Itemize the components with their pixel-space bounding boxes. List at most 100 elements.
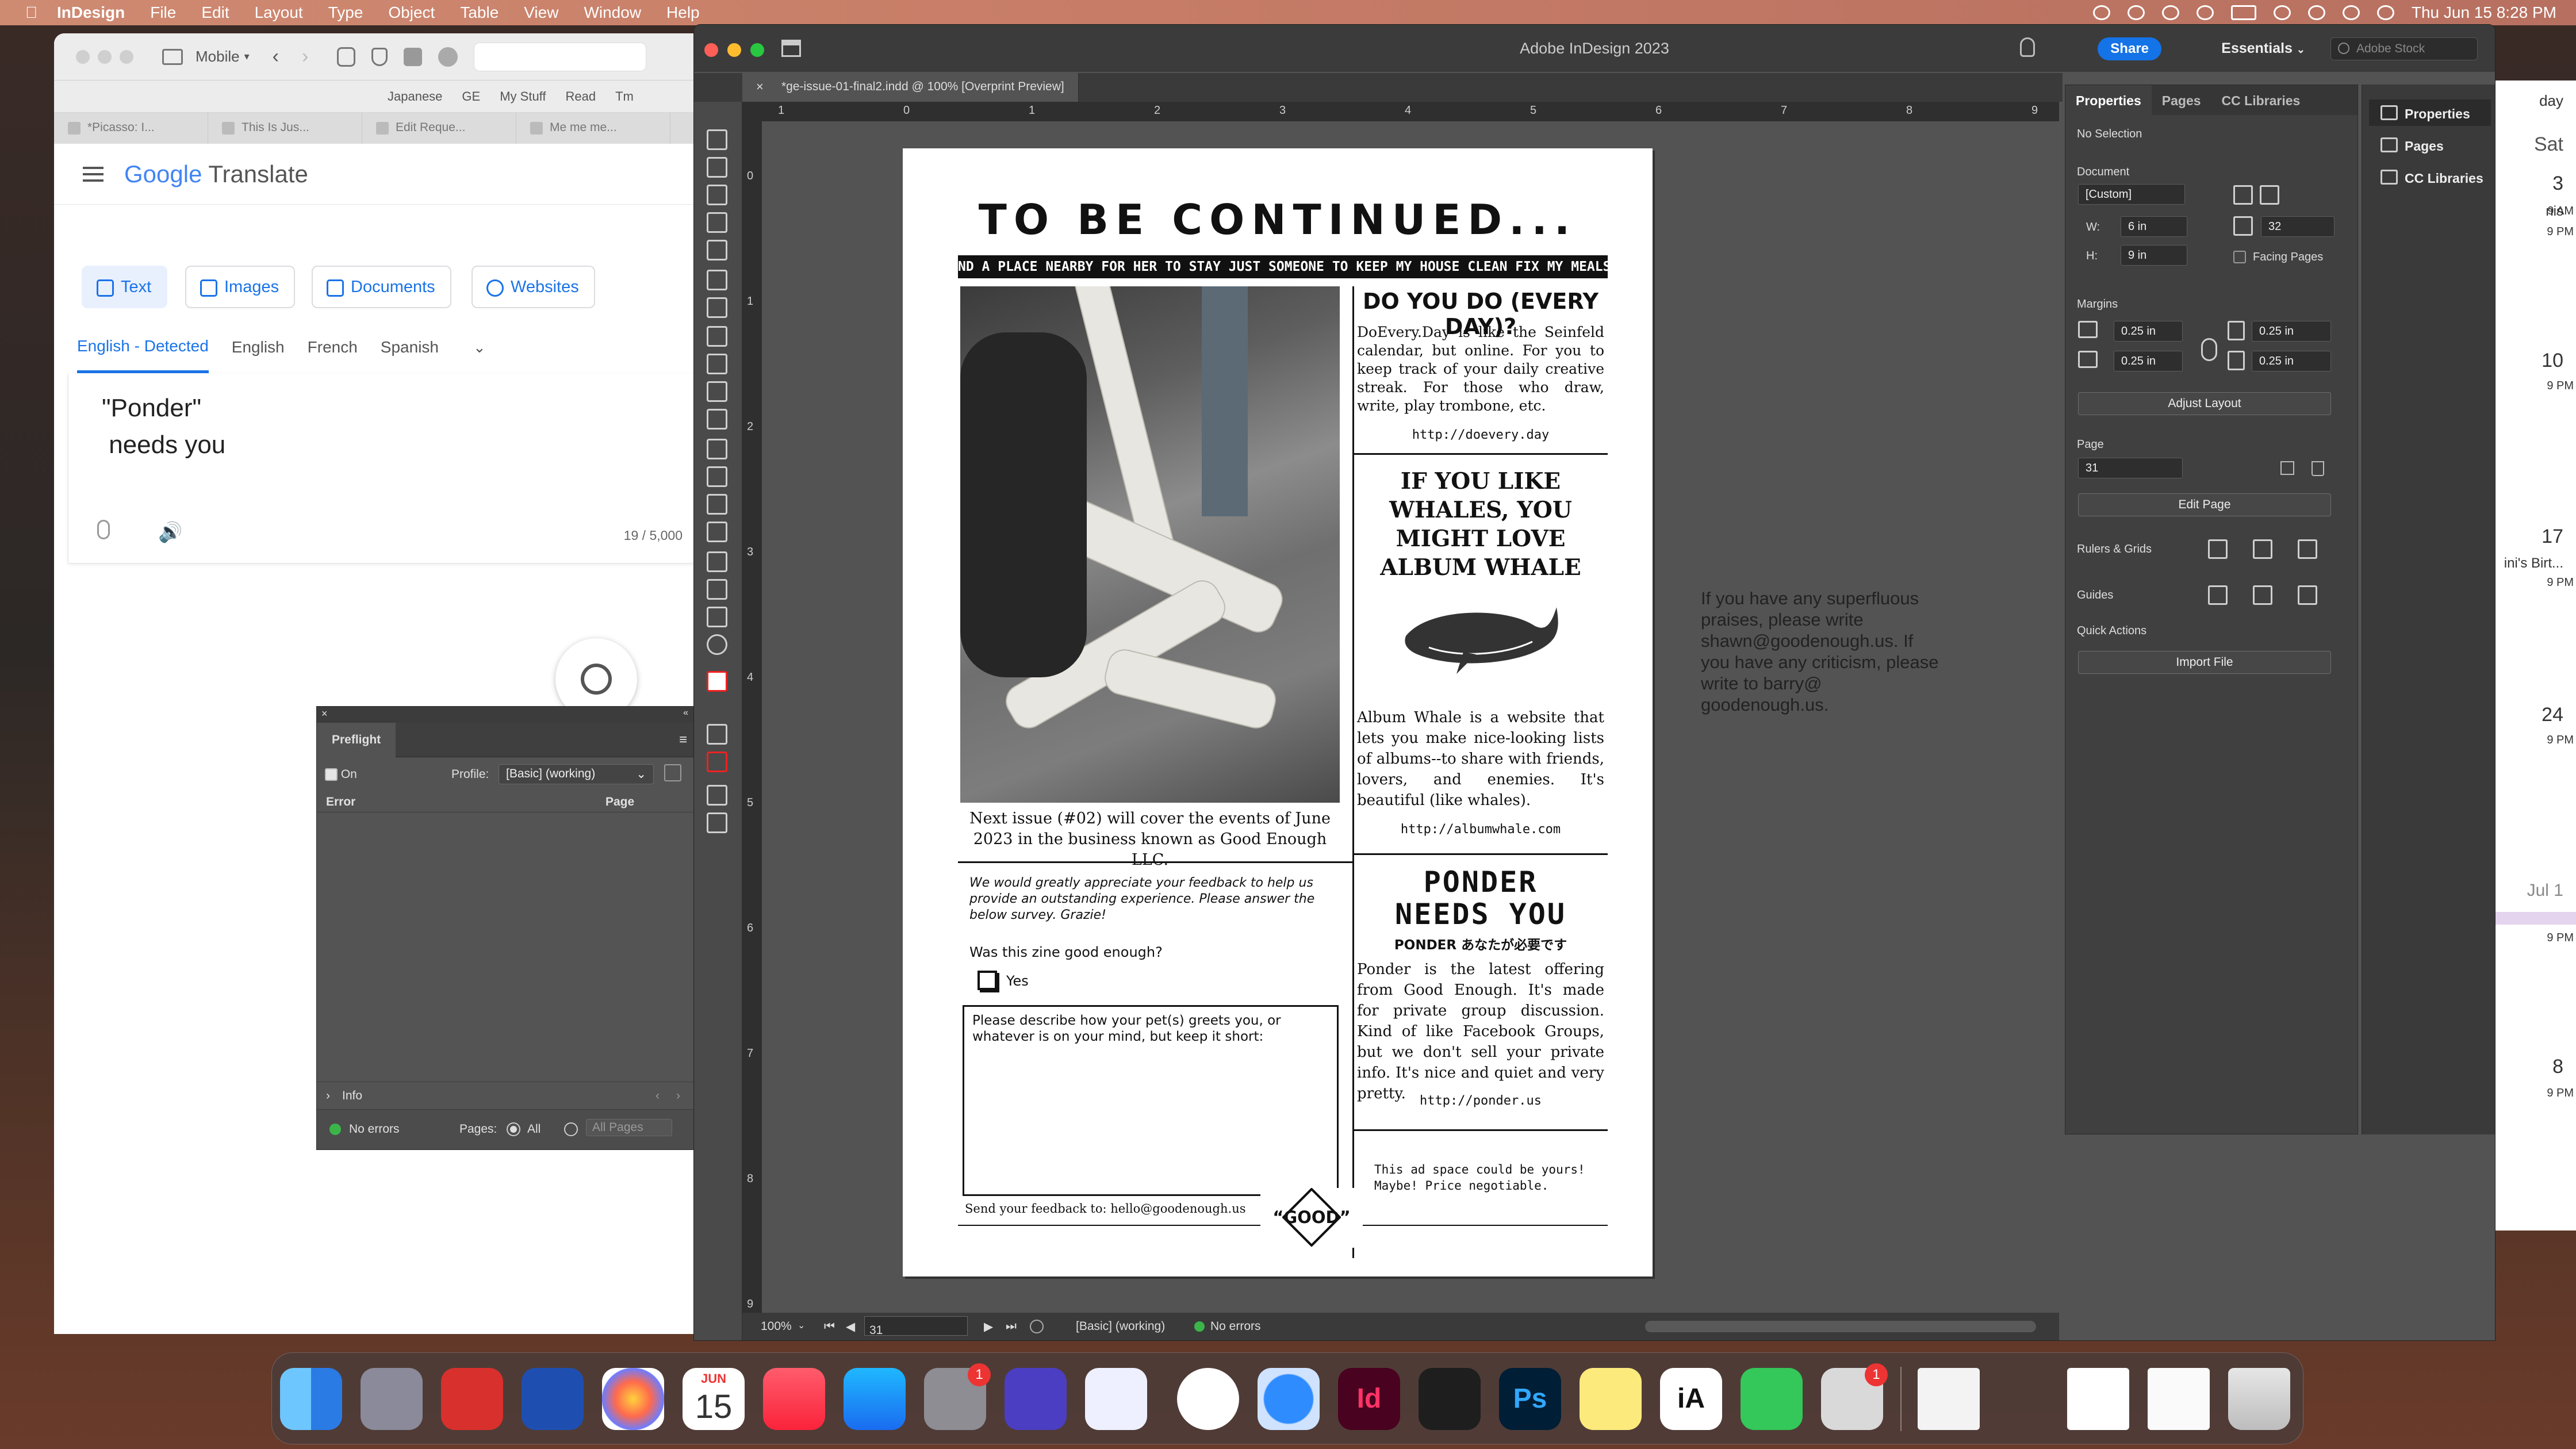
forward-icon[interactable]: › [302, 45, 308, 68]
extension-icon[interactable] [404, 47, 423, 66]
microphone-icon[interactable] [97, 520, 110, 539]
trash-icon[interactable] [2312, 461, 2324, 476]
finder-icon[interactable] [280, 1368, 342, 1430]
free-transform-tool-icon[interactable] [707, 466, 727, 487]
chevron-right-icon[interactable]: › [326, 1089, 330, 1103]
previous-icon[interactable]: ‹ [656, 1089, 660, 1103]
adobe-stock-search[interactable]: Adobe Stock [2330, 37, 2478, 60]
menu-object[interactable]: Object [388, 3, 435, 22]
horizontal-ruler[interactable]: 1 0 1 2 3 4 5 6 7 8 9 [742, 102, 2059, 121]
whale-body[interactable]: Album Whale is a website that lets you m… [1357, 707, 1604, 811]
menu-help[interactable]: Help [666, 3, 700, 22]
address-bar[interactable] [474, 42, 647, 71]
control-center-icon[interactable] [2342, 5, 2360, 20]
photoshop-icon[interactable]: Ps [1499, 1368, 1561, 1430]
menu-edit[interactable]: Edit [201, 3, 229, 22]
mode-images-button[interactable]: Images [185, 266, 296, 308]
whale-url[interactable]: http://albumwhale.com [1355, 822, 1607, 837]
window-zoom-button[interactable] [120, 49, 133, 64]
doevery-url[interactable]: http://doevery.day [1355, 428, 1607, 442]
fill-swatch-icon[interactable] [707, 671, 727, 692]
horizontal-scrollbar[interactable] [1645, 1321, 2036, 1332]
calendar-date[interactable]: 10 [2494, 350, 2563, 372]
ponder-subheading[interactable]: PONDER あなたが必要です [1355, 934, 1607, 953]
import-file-button[interactable]: Import File [2078, 651, 2331, 674]
menu-app-name[interactable]: InDesign [57, 3, 125, 22]
window-close-button[interactable] [704, 43, 718, 57]
speaker-icon[interactable]: 🔊 [158, 521, 182, 544]
affinity-icon[interactable] [1085, 1368, 1147, 1430]
pages-range-dropdown[interactable]: All Pages [586, 1119, 672, 1136]
margin-top-field[interactable]: 0.25 in [2114, 321, 2183, 342]
type-tool-icon[interactable] [707, 270, 727, 290]
yes-label[interactable]: Yes [1006, 973, 1029, 989]
panel-properties[interactable]: Properties [2369, 99, 2491, 126]
document-page[interactable]: TO BE CONTINUED... ND A PLACE NEARBY FOR… [903, 148, 1653, 1276]
browser-tab[interactable]: Me me me... [516, 113, 670, 144]
tab-preflight[interactable]: Preflight [317, 722, 396, 757]
page-number-field[interactable]: 31 [864, 1316, 968, 1337]
gradient-feather-tool-icon[interactable] [707, 522, 727, 542]
home-icon[interactable] [781, 40, 801, 57]
safari-icon[interactable] [1258, 1368, 1320, 1430]
mode-text-button[interactable]: Text [82, 266, 168, 308]
glyph-app-icon[interactable] [1005, 1368, 1067, 1430]
workspace-dropdown[interactable]: Essentials ⌄ [2221, 25, 2305, 73]
launchpad-icon[interactable] [361, 1368, 423, 1430]
tab-pages[interactable]: Pages [2152, 85, 2211, 115]
collapse-icon[interactable]: « [683, 708, 688, 718]
close-icon[interactable]: × [756, 79, 764, 94]
zoom-level[interactable]: 100% [761, 1320, 792, 1333]
preflight-on-checkbox[interactable]: On [325, 768, 357, 781]
clock[interactable]: Thu Jun 15 8:28 PM [2412, 3, 2556, 22]
status-app-icon[interactable] [2161, 5, 2179, 20]
doevery-body[interactable]: DoEvery.Day is like the Seinfeld calenda… [1357, 323, 1604, 415]
window-minimize-button[interactable] [98, 49, 112, 64]
indesign-app-icon[interactable]: Id [1338, 1368, 1400, 1430]
mode-dropdown[interactable]: Mobile [195, 48, 240, 66]
document-grid-icon[interactable] [2298, 539, 2317, 559]
ponder-url[interactable]: http://ponder.us [1355, 1094, 1607, 1108]
status-app-icon[interactable] [2092, 5, 2110, 20]
bear-app-icon[interactable] [441, 1368, 503, 1430]
ponder-heading[interactable]: PONDER NEEDS YOU [1374, 866, 1587, 930]
status-app-icon[interactable] [2127, 5, 2145, 20]
webex-icon[interactable] [1177, 1368, 1239, 1430]
page-count-field[interactable]: 32 [2261, 216, 2334, 237]
pen-tool-icon[interactable] [707, 326, 727, 347]
apply-none-icon[interactable] [707, 752, 727, 772]
menu-icon[interactable] [83, 166, 103, 182]
bookmark-folder[interactable]: Tm [615, 89, 634, 104]
calendar-date[interactable]: 17 [2494, 526, 2563, 548]
note-tool-icon[interactable] [707, 551, 727, 572]
document-preset-dropdown[interactable]: [Custom] [2078, 184, 2185, 205]
survey-intro[interactable]: We would greatly appreciate your feedbac… [969, 875, 1337, 923]
preflight-errors[interactable]: No errors [1210, 1320, 1261, 1333]
music-icon[interactable] [763, 1368, 825, 1430]
google-translate-logo[interactable]: Google Translate [124, 160, 308, 188]
menu-view[interactable]: View [524, 3, 558, 22]
error-list[interactable] [317, 812, 694, 1079]
info-section[interactable]: Info [342, 1089, 362, 1103]
menu-layout[interactable]: Layout [255, 3, 303, 22]
profile-definitions-icon[interactable] [664, 764, 681, 781]
yes-checkbox[interactable] [977, 971, 997, 990]
zoom-tool-icon[interactable] [707, 634, 727, 655]
column-page[interactable]: Page [605, 795, 634, 809]
app-store-icon[interactable] [844, 1368, 906, 1430]
siri-icon[interactable] [2376, 5, 2394, 20]
gap-tool-icon[interactable] [707, 212, 727, 233]
calendar-date[interactable]: 24 [2494, 704, 2563, 726]
whale-heading[interactable]: IF YOU LIKE WHALES, YOU MIGHT LOVE ALBUM… [1363, 467, 1598, 582]
preflight-profile[interactable]: [Basic] (working) [1076, 1320, 1165, 1333]
status-app-icon[interactable] [2196, 5, 2214, 20]
page-tool-icon[interactable] [707, 185, 727, 205]
calendar-date[interactable]: 3 [2494, 172, 2563, 195]
sidebar-toggle-icon[interactable] [162, 48, 183, 65]
back-icon[interactable]: ‹ [273, 45, 279, 68]
selection-tool-icon[interactable] [707, 129, 727, 150]
bookmark-folder[interactable]: GE [462, 89, 480, 104]
add-icon[interactable] [438, 47, 458, 67]
window-zoom-button[interactable] [750, 43, 764, 57]
chevron-down-icon[interactable]: ⌄ [473, 339, 486, 356]
